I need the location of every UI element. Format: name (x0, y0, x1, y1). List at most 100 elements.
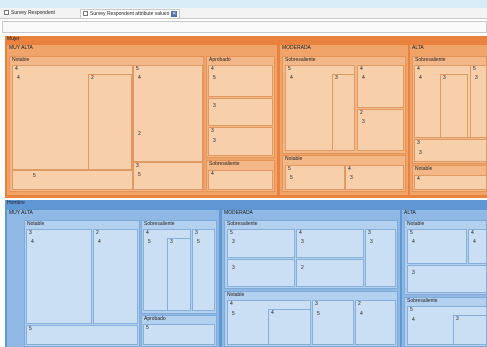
leaf-value: 2 (91, 75, 94, 81)
leaf-value: 4 (471, 230, 474, 236)
leaf-value: 5 (230, 230, 233, 236)
leaf-value: 4 (412, 317, 415, 323)
node-label: Notable (227, 292, 245, 298)
leaf-value: 4 (419, 75, 422, 81)
leaf-value: 4 (362, 75, 365, 81)
treemap-leaf[interactable]: 4 4 (357, 65, 404, 108)
leaf-value: 4 (138, 75, 141, 81)
leaf-value: 3 (456, 316, 459, 322)
leaf-value: 4 (15, 66, 18, 72)
leaf-value: 5 (288, 66, 291, 72)
treemap-leaf[interactable]: 3 (440, 74, 468, 138)
treemap-leaf[interactable]: 3 (167, 238, 191, 311)
tab-label: Survey Respondent attribute values (90, 11, 170, 17)
node-label: Aprobado (209, 57, 231, 63)
leaf-value: 5 (136, 66, 139, 72)
treemap-leaf[interactable]: 4 (414, 175, 487, 190)
treemap-leaf[interactable]: 4 3 (296, 229, 364, 258)
leaf-value: 4 (230, 301, 233, 307)
leaf-value: 3 (412, 270, 415, 276)
node-label: Notable (27, 221, 45, 227)
group-label: Mujer (7, 36, 20, 42)
treemap-leaf[interactable]: 3 3 (208, 127, 273, 156)
treemap-leaf[interactable]: 5 (143, 324, 215, 345)
tab-survey-respondent[interactable]: Survey Respondent (2, 9, 76, 18)
node-label: MUY ALTA (9, 210, 33, 216)
node-label: MODERADA (282, 45, 311, 51)
treemap-leaf[interactable]: 3 3 (414, 139, 487, 162)
leaf-value: 3 (335, 75, 338, 81)
leaf-value: 4 (417, 176, 420, 182)
node-label: Sobresaliente (407, 298, 438, 304)
node-label: ALTA (404, 210, 416, 216)
leaf-value: 3 (213, 103, 216, 109)
tab-label: Survey Respondent (11, 10, 55, 16)
treemap-leaf[interactable]: 5 (26, 325, 138, 345)
treemap-leaf[interactable]: 2 (88, 74, 132, 170)
leaf-value: 3 (419, 150, 422, 156)
leaf-value: 5 (410, 307, 413, 313)
treemap-leaf[interactable]: 3 5 (312, 300, 354, 345)
leaf-value: 3 (417, 140, 420, 146)
treemap-leaf[interactable]: 3 (407, 265, 487, 293)
treemap-leaf[interactable]: 4 5 (208, 65, 273, 97)
leaf-value: 2 (96, 230, 99, 236)
node-label: Aprobado (144, 316, 166, 322)
treemap-leaf[interactable]: 4 (208, 170, 273, 190)
node-label: Sobresaliente (209, 161, 240, 167)
leaf-value: 4 (412, 239, 415, 245)
node-label: MUY ALTA (9, 45, 33, 51)
node-label: Notable (407, 221, 425, 227)
treemap-leaf[interactable]: 5 3 (470, 65, 487, 138)
leaf-value: 3 (368, 230, 371, 236)
treemap-leaf[interactable]: 5 5 (285, 165, 345, 190)
close-icon[interactable]: ✕ (171, 11, 178, 17)
treemap-leaf[interactable]: 3 5 (133, 162, 203, 190)
treemap-leaf[interactable]: 2 (296, 259, 364, 287)
leaf-value: 4 (348, 166, 351, 172)
leaf-value: 3 (170, 239, 173, 245)
leaf-value: 5 (473, 66, 476, 72)
leaf-value: 3 (301, 239, 304, 245)
treemap-leaf[interactable]: 5 4 (407, 229, 467, 264)
tab-attribute-values[interactable]: Survey Respondent attribute values ✕ (80, 9, 180, 18)
leaf-value: 5 (197, 239, 200, 245)
leaf-value: 3 (315, 301, 318, 307)
group-label: Hombre (7, 200, 25, 206)
leaf-value: 3 (350, 175, 353, 181)
treemap-leaf[interactable]: 4 (268, 309, 311, 345)
leaf-value: 4 (473, 239, 476, 245)
leaf-value: 4 (17, 75, 20, 81)
treemap-leaf[interactable]: 3 5 (192, 229, 215, 311)
leaf-value: 5 (232, 311, 235, 317)
leaf-value: 4 (360, 66, 363, 72)
treemap-leaf[interactable]: 3 (332, 74, 355, 151)
treemap-leaf[interactable]: 2 3 (357, 109, 404, 151)
node-label: ALTA (412, 45, 424, 51)
leaf-value: 3 (29, 230, 32, 236)
treemap-leaf[interactable]: 3 3 (365, 229, 396, 287)
treemap-leaf[interactable]: 4 4 (468, 229, 487, 264)
treemap-leaf[interactable]: 2 4 (93, 229, 138, 324)
treemap-leaf[interactable]: 3 4 (26, 229, 92, 324)
toolbar-area (2, 21, 487, 33)
node-label: Sobresaliente (415, 57, 446, 63)
treemap-leaf[interactable]: 5 (12, 170, 133, 190)
treemap-leaf[interactable]: 3 (208, 98, 273, 126)
leaf-value: 5 (290, 175, 293, 181)
window-top-strip (0, 0, 487, 8)
treemap-leaf[interactable]: 2 4 (355, 300, 396, 345)
leaf-value: 5 (146, 325, 149, 331)
table-icon (4, 10, 9, 15)
leaf-value: 5 (288, 166, 291, 172)
node-label: Sobresaliente (144, 221, 175, 227)
leaf-value: 4 (290, 75, 293, 81)
treemap-leaf[interactable]: 3 (453, 315, 487, 345)
leaf-value: 3 (443, 75, 446, 81)
treemap-leaf[interactable]: 5 4 2 (133, 65, 203, 162)
treemap-leaf[interactable]: 4 3 (345, 165, 404, 190)
leaf-value: 3 (136, 163, 139, 169)
treemap-leaf[interactable]: 5 3 (227, 229, 295, 258)
node-label: Notable (12, 57, 30, 63)
treemap-leaf[interactable]: 3 (227, 259, 295, 287)
